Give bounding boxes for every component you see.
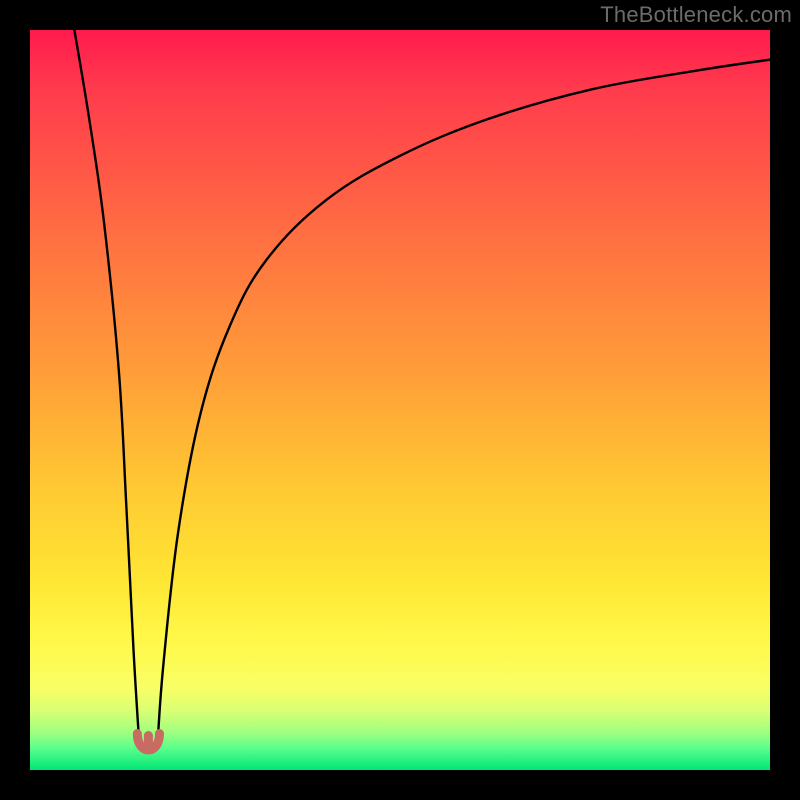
chart-curves <box>30 30 770 770</box>
curve-right-branch <box>157 60 770 748</box>
chart-frame: TheBottleneck.com <box>0 0 800 800</box>
curve-left-branch <box>74 30 139 748</box>
attribution-text: TheBottleneck.com <box>600 2 792 28</box>
chart-plot-area <box>30 30 770 770</box>
trough-marker <box>137 734 159 751</box>
